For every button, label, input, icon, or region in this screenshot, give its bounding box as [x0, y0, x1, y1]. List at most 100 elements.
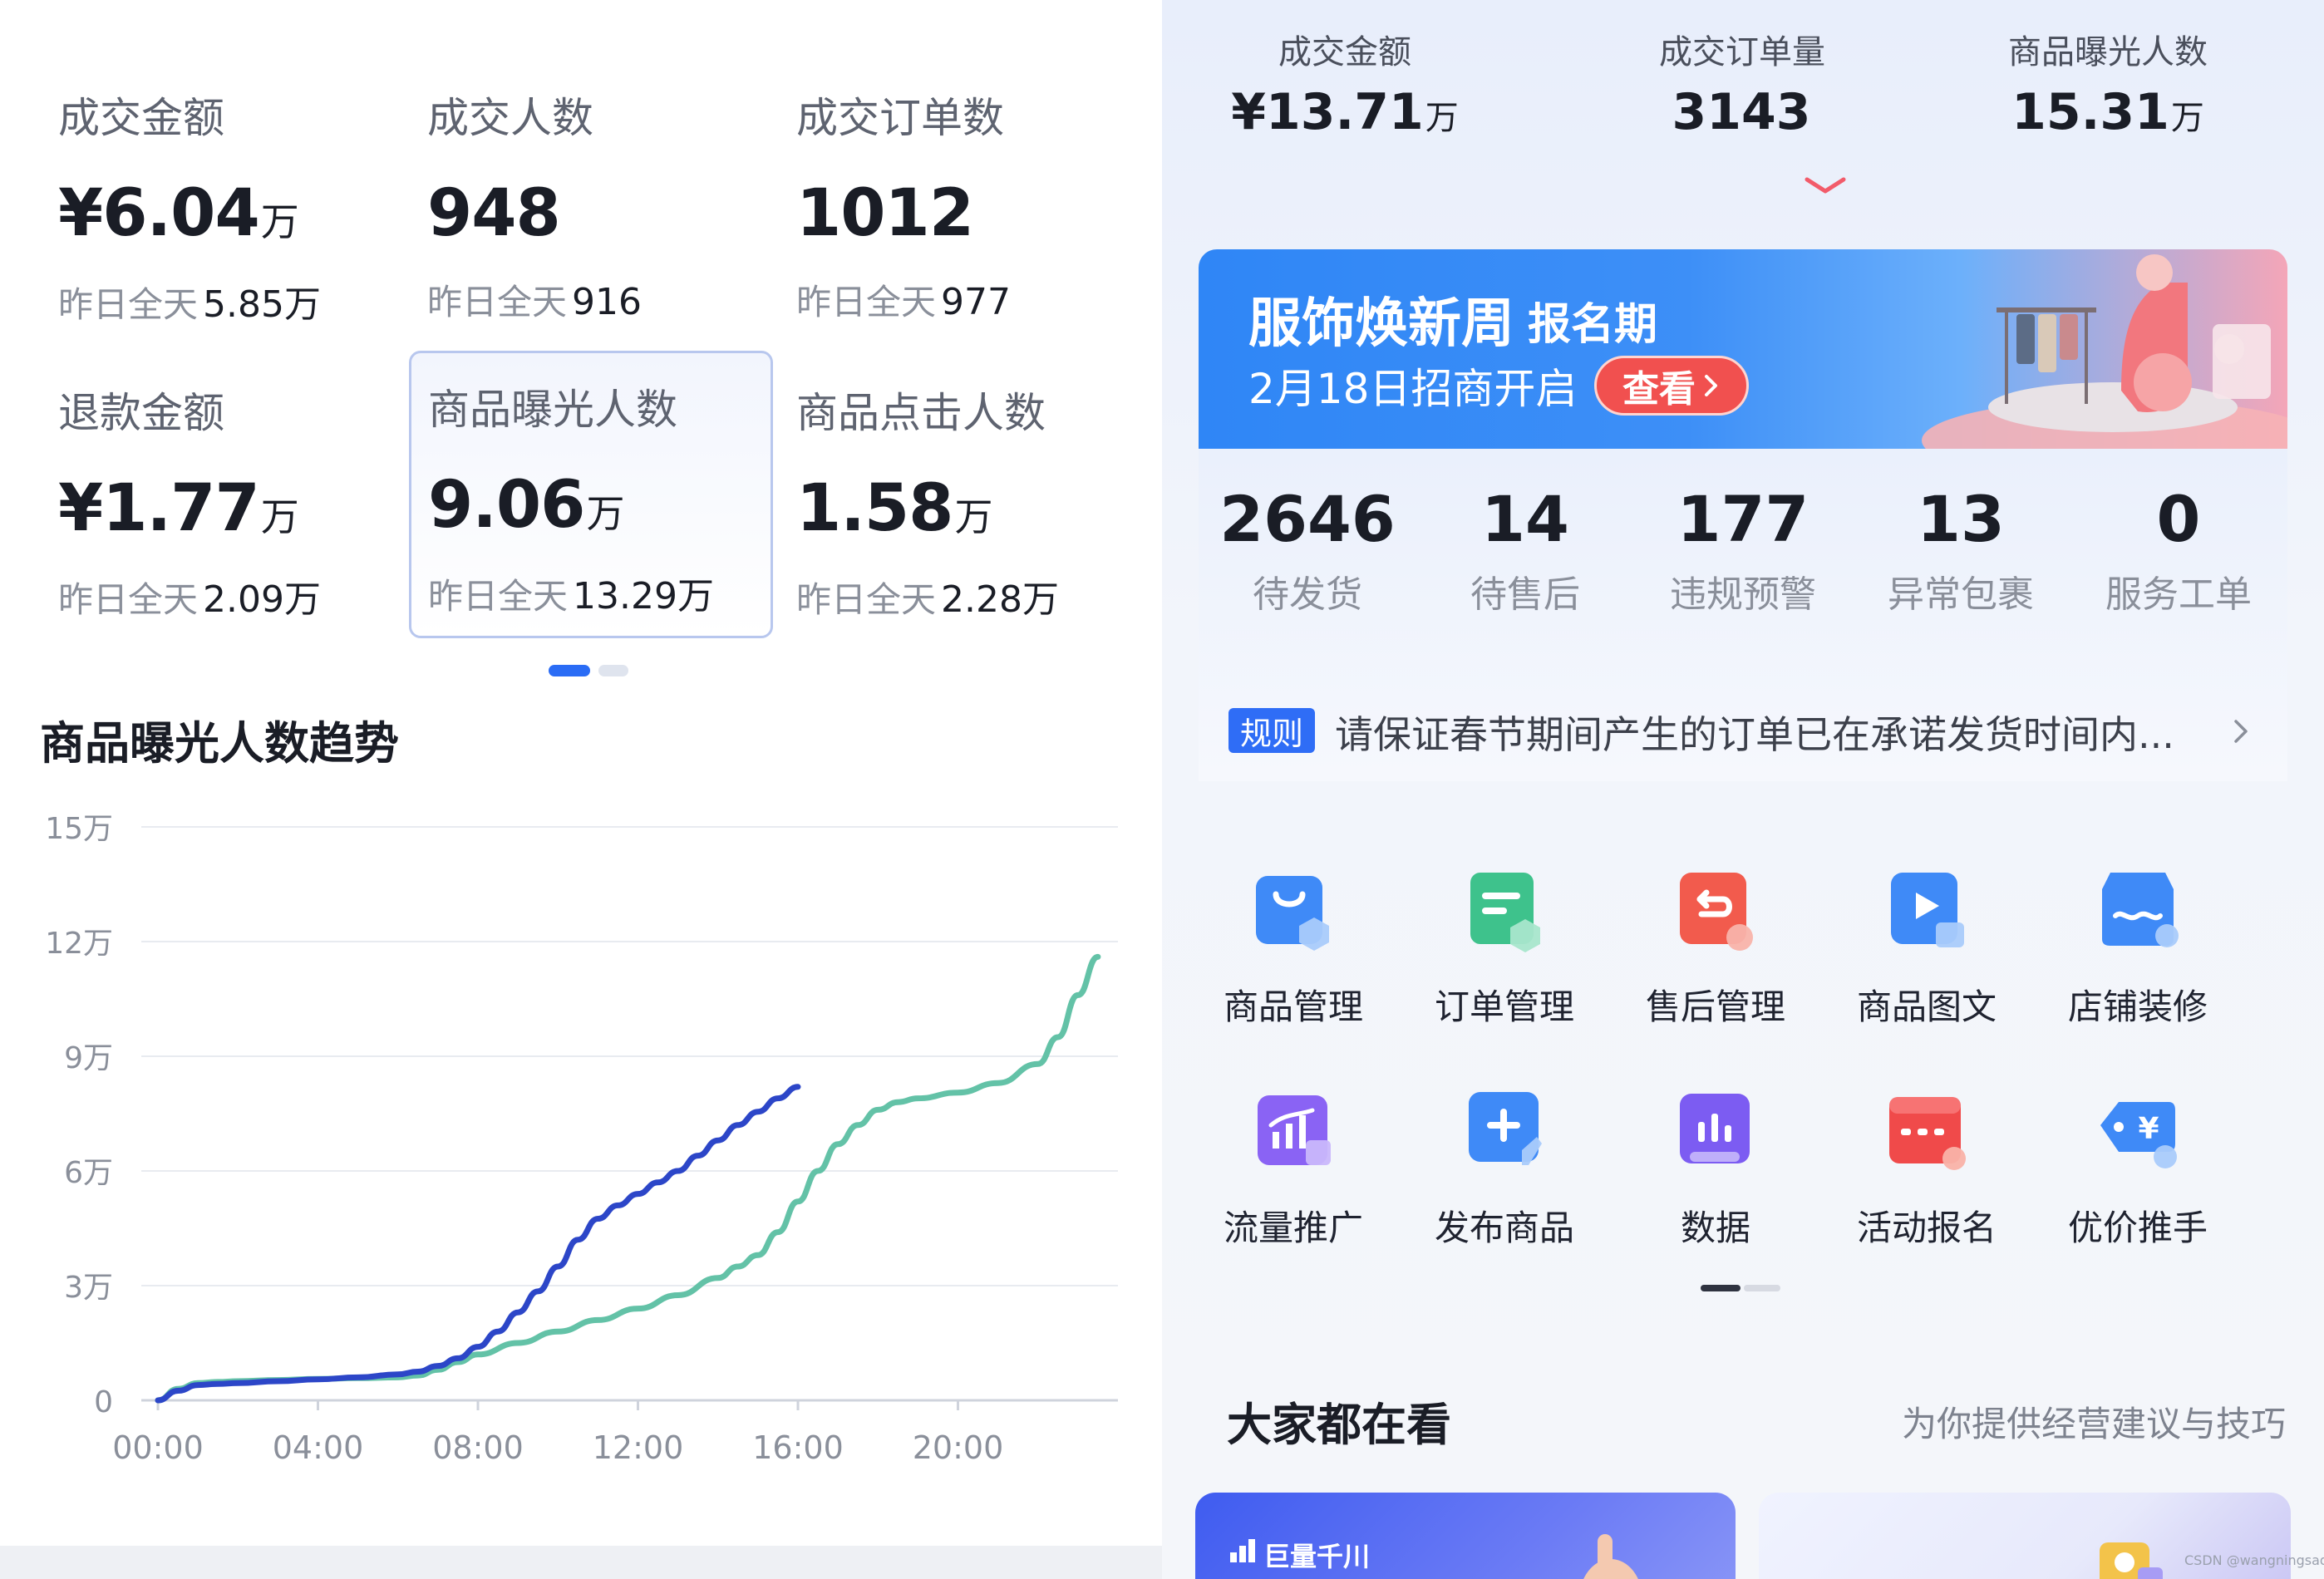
- metric-label: 成交订单数: [796, 94, 1004, 142]
- top-stat-value: 3143: [1672, 83, 1811, 141]
- chevron-down-icon[interactable]: [1800, 173, 1850, 198]
- tool-label: 商品图文: [1856, 986, 1997, 1027]
- x-tick-label: 04:00: [273, 1429, 364, 1466]
- notice-tag: 规则: [1228, 708, 1315, 753]
- tool-traffic-promotion[interactable]: 流量推广: [1202, 1085, 1385, 1251]
- tool-label: 售后管理: [1645, 986, 1785, 1027]
- metric-yesterday: 昨日全天 2.28万: [796, 578, 1059, 621]
- y-axis-ticks: 0 3万 6万 9万 12万 15万: [45, 812, 113, 1419]
- hand-illustration-icon: [1583, 1534, 1638, 1579]
- page-dot-active: [549, 665, 590, 676]
- todo-item[interactable]: 14 待售后: [1416, 482, 1634, 617]
- metric-card[interactable]: 商品点击人数 1.58万 昨日全天 2.28万: [771, 353, 1120, 627]
- metric-yesterday: 昨日全天 5.85万: [58, 283, 321, 326]
- trend-line-chart[interactable]: 0 3万 6万 9万 12万 15万 00:00 04:00 08:00 12:00 16:00 2…: [0, 781, 1162, 1513]
- tool-activity-signup[interactable]: 活动报名: [1835, 1085, 2018, 1251]
- x-tick-label: 00:00: [112, 1429, 204, 1466]
- banner-subtitle: 2月18日招商开启: [1248, 365, 1578, 413]
- metric-value: 948: [427, 176, 561, 251]
- x-tick-label: 08:00: [432, 1429, 524, 1466]
- todo-item[interactable]: 2646 待发货: [1199, 482, 1416, 617]
- metric-value: 1012: [796, 176, 974, 251]
- notice-text: 请保证春节期间产生的订单已在承诺发货时间内...: [1335, 712, 2174, 757]
- tool-label: 活动报名: [1856, 1208, 1997, 1248]
- tool-label: 优价推手: [2067, 1208, 2208, 1248]
- metric-card[interactable]: 退款金额 ¥1.77万 昨日全天 2.09万: [33, 353, 382, 627]
- tool-label: 订单管理: [1434, 986, 1574, 1027]
- tools-page-indicator: [1701, 1285, 1780, 1291]
- todo-value: 14: [1481, 482, 1569, 556]
- metric-yesterday: 昨日全天 977: [796, 281, 1011, 323]
- recommend-card[interactable]: 巨量千川: [1195, 1493, 1736, 1579]
- metric-label: 退款金额: [58, 389, 224, 437]
- tool-label: 发布商品: [1434, 1208, 1574, 1248]
- recommend-subtitle[interactable]: 为你提供经营建议与技巧: [1902, 1396, 2286, 1447]
- todo-label: 服务工单: [2105, 573, 2252, 616]
- tool-label: 店铺装修: [2067, 986, 2208, 1027]
- series-line-yesterday: [155, 953, 1101, 1404]
- metric-card[interactable]: 成交人数 948 昨日全天 916: [402, 58, 751, 332]
- tool-order-management[interactable]: 订单管理: [1413, 864, 1596, 1030]
- metric-card-selected[interactable]: 商品曝光人数 9.06万 昨日全天 13.29万: [409, 351, 773, 638]
- banner-button-label: 查看: [1622, 368, 1696, 411]
- metric-card[interactable]: 成交订单数 1012 昨日全天 977: [771, 58, 1120, 332]
- top-stat-value: ¥13.71万: [1231, 83, 1459, 141]
- todo-value: 177: [1677, 482, 1809, 556]
- metric-label: 商品点击人数: [796, 389, 1046, 437]
- tool-store-decoration[interactable]: 店铺装修: [2046, 864, 2229, 1030]
- y-tick-label: 0: [94, 1385, 113, 1419]
- tool-product-management[interactable]: 商品管理: [1202, 864, 1385, 1030]
- tool-product-media[interactable]: 商品图文: [1835, 864, 2018, 1030]
- tool-label: 商品管理: [1223, 986, 1363, 1027]
- shop-home-panel: 成交金额 ¥13.71万 成交订单量 3143 商品曝光人数 15.31万 服饰…: [1162, 0, 2324, 1579]
- watermark-credit: CSDN @wangningsad: [2184, 1552, 2324, 1568]
- todo-item[interactable]: 177 违规预警: [1634, 482, 1852, 617]
- store-icon: [2102, 873, 2179, 947]
- metric-value: ¥1.77万: [58, 471, 299, 546]
- metric-yesterday: 昨日全天 2.09万: [58, 578, 321, 621]
- page-indicator[interactable]: [549, 665, 632, 678]
- bag-icon: [1256, 876, 1329, 951]
- tool-publish-product[interactable]: 发布商品: [1413, 1085, 1596, 1251]
- metric-label: 成交金额: [58, 94, 224, 142]
- todo-label: 待售后: [1470, 573, 1580, 616]
- metric-label: 商品曝光人数: [428, 386, 677, 434]
- brand-logo-icon: [1230, 1539, 1255, 1562]
- top-stat[interactable]: 成交订单量 3143: [1559, 25, 1925, 141]
- metric-value: 9.06万: [428, 468, 624, 543]
- badge-illustration-icon: [2100, 1542, 2163, 1579]
- svg-text:¥: ¥: [2138, 1112, 2159, 1146]
- top-stat-value: 15.31万: [2011, 83, 2204, 141]
- y-tick-label: 3万: [64, 1271, 113, 1305]
- banner-view-button[interactable]: 查看: [1594, 356, 1749, 416]
- chevron-right-icon: [1705, 375, 1717, 396]
- tool-after-sales[interactable]: 售后管理: [1624, 864, 1807, 1030]
- metric-card[interactable]: 成交金额 ¥6.04万 昨日全天 5.85万: [33, 58, 382, 332]
- todo-item[interactable]: 13 异常包裹: [1852, 482, 2070, 617]
- todo-label: 待发货: [1253, 573, 1362, 616]
- todo-item[interactable]: 0 服务工单: [2070, 482, 2287, 617]
- banner-illustration-icon: [1922, 254, 2287, 449]
- banner-title: 服饰焕新周: [1248, 293, 1514, 355]
- top-stat-label: 商品曝光人数: [2008, 33, 2208, 71]
- x-tick-label: 16:00: [752, 1429, 844, 1466]
- data-overview-panel: 成交金额 ¥6.04万 昨日全天 5.85万 成交人数 948 昨日全天 916 成…: [0, 0, 1162, 1579]
- top-stat-label: 成交金额: [1278, 33, 1411, 71]
- rule-notice-bar[interactable]: 规则 请保证春节期间产生的订单已在承诺发货时间内...: [1228, 705, 2267, 758]
- top-stat[interactable]: 商品曝光人数 15.31万: [1925, 25, 2291, 141]
- tool-price-promoter[interactable]: ¥ 优价推手: [2046, 1085, 2229, 1251]
- price-tag-icon: ¥: [2100, 1102, 2177, 1168]
- tool-data[interactable]: 数据: [1624, 1085, 1807, 1251]
- chevron-right-icon[interactable]: [2224, 715, 2258, 748]
- top-stat[interactable]: 成交金额 ¥13.71万: [1162, 25, 1528, 141]
- promo-banner[interactable]: 服饰焕新周 报名期 2月18日招商开启 查看: [1199, 249, 2287, 449]
- return-icon: [1680, 873, 1753, 951]
- plus-icon: [1469, 1092, 1542, 1165]
- metric-yesterday: 昨日全天 13.29万: [428, 575, 714, 617]
- metric-label: 成交人数: [427, 94, 593, 142]
- bar-chart-icon: [1680, 1094, 1750, 1163]
- chart-series: [155, 953, 1101, 1404]
- x-axis-ticks: 00:00 04:00 08:00 12:00 16:00 20:00: [112, 1400, 1003, 1466]
- todo-label: 违规预警: [1670, 573, 1816, 616]
- todo-label: 异常包裹: [1888, 573, 2034, 616]
